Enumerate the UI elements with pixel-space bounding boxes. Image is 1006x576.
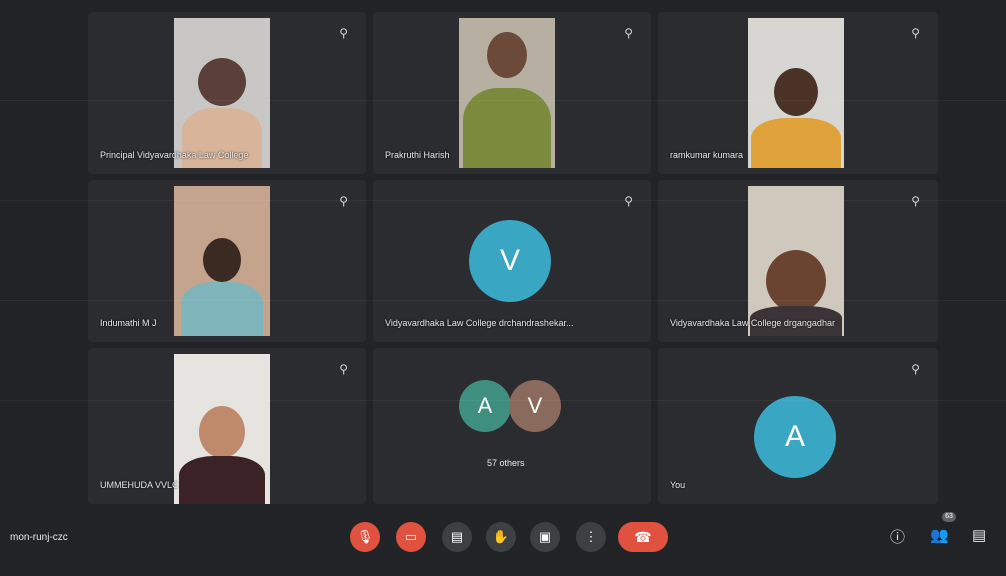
more-options-button[interactable]: ⋮ [576, 522, 606, 552]
participant-name: Principal Vidyavardhaka Law College [100, 150, 249, 160]
more-icon: ⋮ [584, 529, 598, 544]
participant-name: Prakruthi Harish [385, 150, 450, 160]
hangup-button[interactable]: ☎ [618, 522, 668, 552]
pin-icon[interactable]: ⚲ [339, 362, 348, 376]
participant-grid: ⚲ Principal Vidyavardhaka Law College ⚲ … [88, 12, 938, 504]
pin-icon[interactable]: ⚲ [911, 194, 920, 208]
participant-tile[interactable]: ⚲ Prakruthi Harish [373, 12, 651, 174]
participant-video [174, 354, 270, 504]
participant-name: ramkumar kumara [670, 150, 744, 160]
participant-tile[interactable]: ⚲ UMMEHUDA VVLC [88, 348, 366, 504]
present-button[interactable]: ▣ [530, 522, 560, 552]
others-count-label: 57 others [487, 458, 525, 468]
pin-icon[interactable]: ⚲ [624, 26, 633, 40]
info-icon[interactable]: ⓘ [890, 526, 905, 547]
pin-icon[interactable]: ⚲ [624, 194, 633, 208]
participant-avatar: A [459, 380, 511, 432]
hangup-icon: ☎ [634, 528, 652, 545]
present-icon: ▣ [538, 529, 552, 544]
meeting-code: mon-runj-czc [10, 532, 68, 543]
pin-icon[interactable]: ⚲ [339, 194, 348, 208]
mic-off-icon: 🎙 [356, 529, 374, 544]
pin-icon[interactable]: ⚲ [339, 26, 348, 40]
participant-video [174, 18, 270, 168]
participant-avatar: V [469, 220, 551, 302]
participant-name: Vidyavardhaka Law College drgangadhar [670, 318, 835, 328]
participant-name: You [670, 480, 686, 490]
participant-tile[interactable]: ⚲ ramkumar kumara [658, 12, 938, 174]
mic-off-button[interactable]: 🎙 [350, 522, 380, 552]
participant-tile[interactable]: ⚲ Indumathi M J [88, 180, 366, 342]
participant-name: UMMEHUDA VVLC [100, 480, 179, 490]
participant-name: Indumathi M J [100, 318, 157, 328]
people-icon[interactable]: 👥 [930, 526, 949, 544]
participant-video [459, 18, 555, 168]
participant-avatar: A [754, 396, 836, 478]
participant-name: Vidyavardhaka Law College drchandrasheka… [385, 318, 574, 328]
participant-tile[interactable]: V ⚲ Vidyavardhaka Law College drchandras… [373, 180, 651, 342]
participant-tile[interactable]: ⚲ Principal Vidyavardhaka Law College [88, 12, 366, 174]
participants-count-badge: 63 [942, 512, 956, 522]
participant-video [174, 186, 270, 336]
captions-icon: ▤ [450, 529, 464, 544]
pin-icon[interactable]: ⚲ [911, 26, 920, 40]
others-tile[interactable]: A V 57 others [373, 348, 651, 504]
raise-hand-icon: ✋ [492, 529, 510, 544]
self-tile[interactable]: A ⚲ You [658, 348, 938, 504]
participant-avatar: V [509, 380, 561, 432]
raise-hand-button[interactable]: ✋ [486, 522, 516, 552]
participant-tile[interactable]: ⚲ Vidyavardhaka Law College drgangadhar [658, 180, 938, 342]
captions-button[interactable]: ▤ [442, 522, 472, 552]
camera-off-button[interactable]: ▭ [396, 522, 426, 552]
participant-video [748, 18, 844, 168]
camera-off-icon: ▭ [404, 529, 418, 544]
participant-video [748, 186, 844, 336]
pin-icon[interactable]: ⚲ [911, 362, 920, 376]
meeting-screen: ⚲ Principal Vidyavardhaka Law College ⚲ … [0, 0, 1006, 576]
chat-icon[interactable]: ▤ [972, 526, 986, 544]
